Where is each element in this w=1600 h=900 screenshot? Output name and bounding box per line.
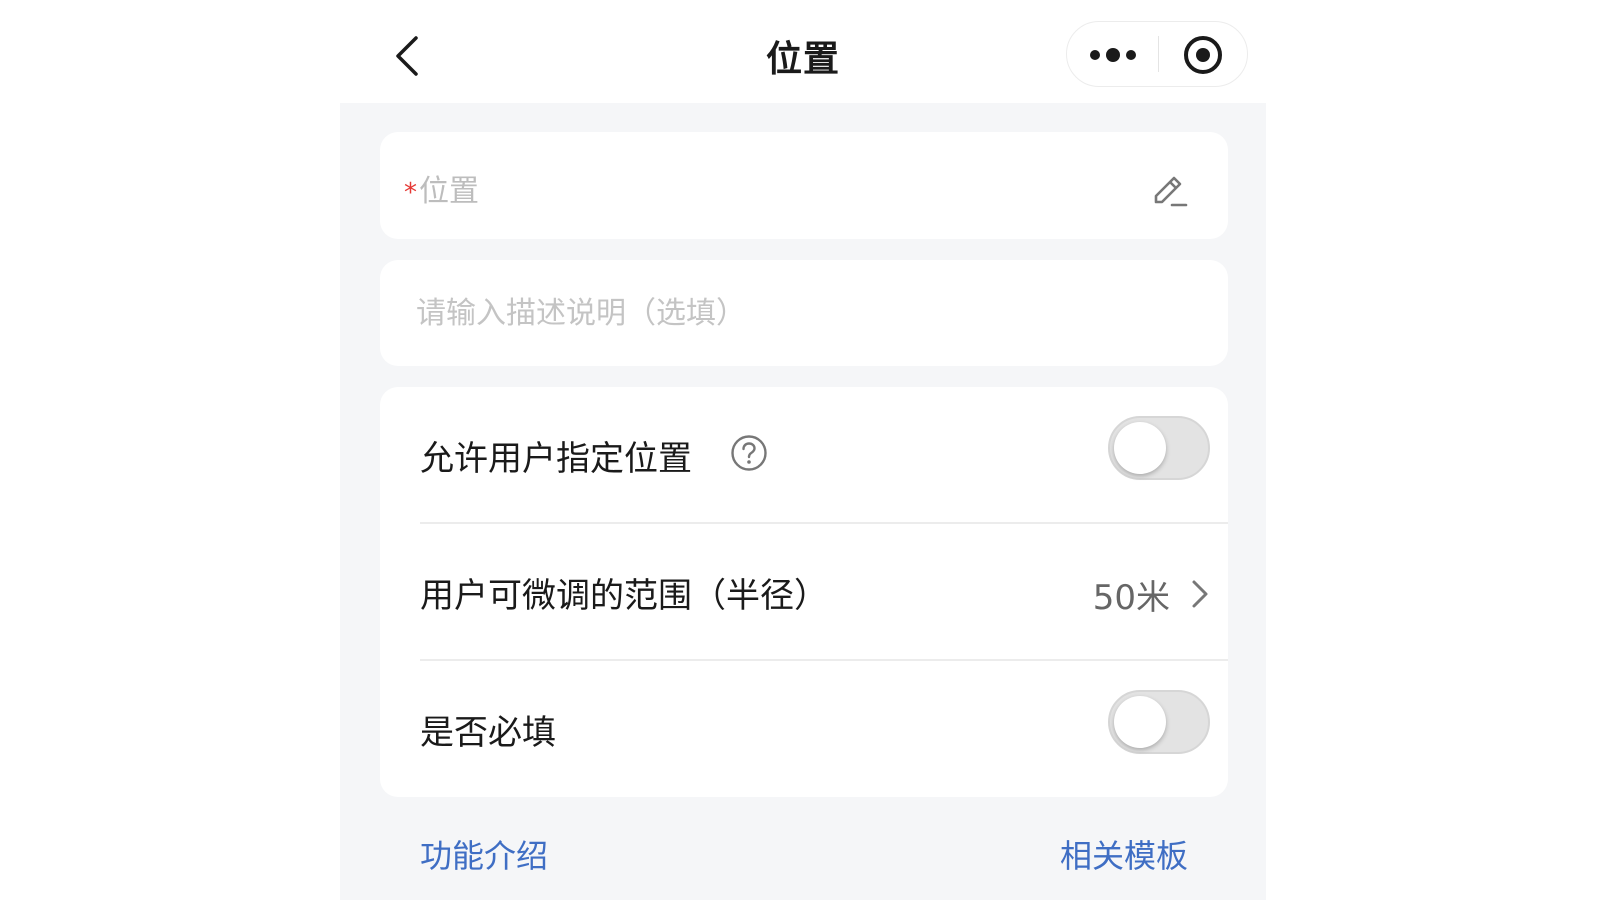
description-input[interactable]	[416, 288, 1196, 338]
allow-user-specify-label: 允许用户指定位置	[420, 439, 692, 479]
pencil-icon	[1154, 176, 1188, 207]
required-row: 是否必填	[420, 661, 1228, 797]
capsule-menu	[1066, 21, 1248, 87]
location-label-text: 位置	[419, 174, 479, 209]
more-dots-icon	[1090, 48, 1136, 62]
adjust-range-value: 50米	[1092, 578, 1170, 618]
feature-intro-link[interactable]: 功能介绍	[420, 831, 548, 877]
toggle-knob	[1114, 422, 1166, 474]
adjust-range-row[interactable]: 用户可微调的范围（半径） 50米	[420, 524, 1228, 660]
help-button[interactable]	[730, 434, 768, 472]
required-toggle[interactable]	[1108, 690, 1210, 754]
close-miniprogram-button[interactable]	[1159, 22, 1247, 86]
question-circle-icon	[731, 435, 767, 471]
navigation-bar: 位置	[340, 0, 1266, 103]
description-card	[380, 260, 1228, 366]
required-mark: *	[404, 178, 417, 208]
location-field-card[interactable]: *位置	[380, 132, 1228, 239]
allow-user-specify-toggle[interactable]	[1108, 416, 1210, 480]
adjust-range-label: 用户可微调的范围（半径）	[420, 576, 828, 616]
toggle-knob	[1114, 696, 1166, 748]
form-content: *位置 允许用户指定位置	[340, 103, 1266, 900]
location-field-label: *位置	[404, 166, 479, 210]
related-templates-link[interactable]: 相关模板	[1060, 831, 1188, 877]
required-label: 是否必填	[420, 713, 556, 753]
target-circle-icon	[1184, 36, 1222, 74]
allow-user-specify-row: 允许用户指定位置	[420, 387, 1228, 523]
edit-location-button[interactable]	[1150, 170, 1190, 210]
adjust-range-selector[interactable]: 50米	[1028, 524, 1228, 660]
settings-card: 允许用户指定位置 用户可微调的范围（半径） 50米 是否必填	[380, 387, 1228, 797]
more-button[interactable]	[1067, 22, 1157, 86]
chevron-right-icon	[1192, 580, 1208, 608]
app-window: 位置 *位置 请输入描述说明（选填） 允许用户指定位置 用户可微调的范围（半径）…	[340, 0, 1266, 900]
